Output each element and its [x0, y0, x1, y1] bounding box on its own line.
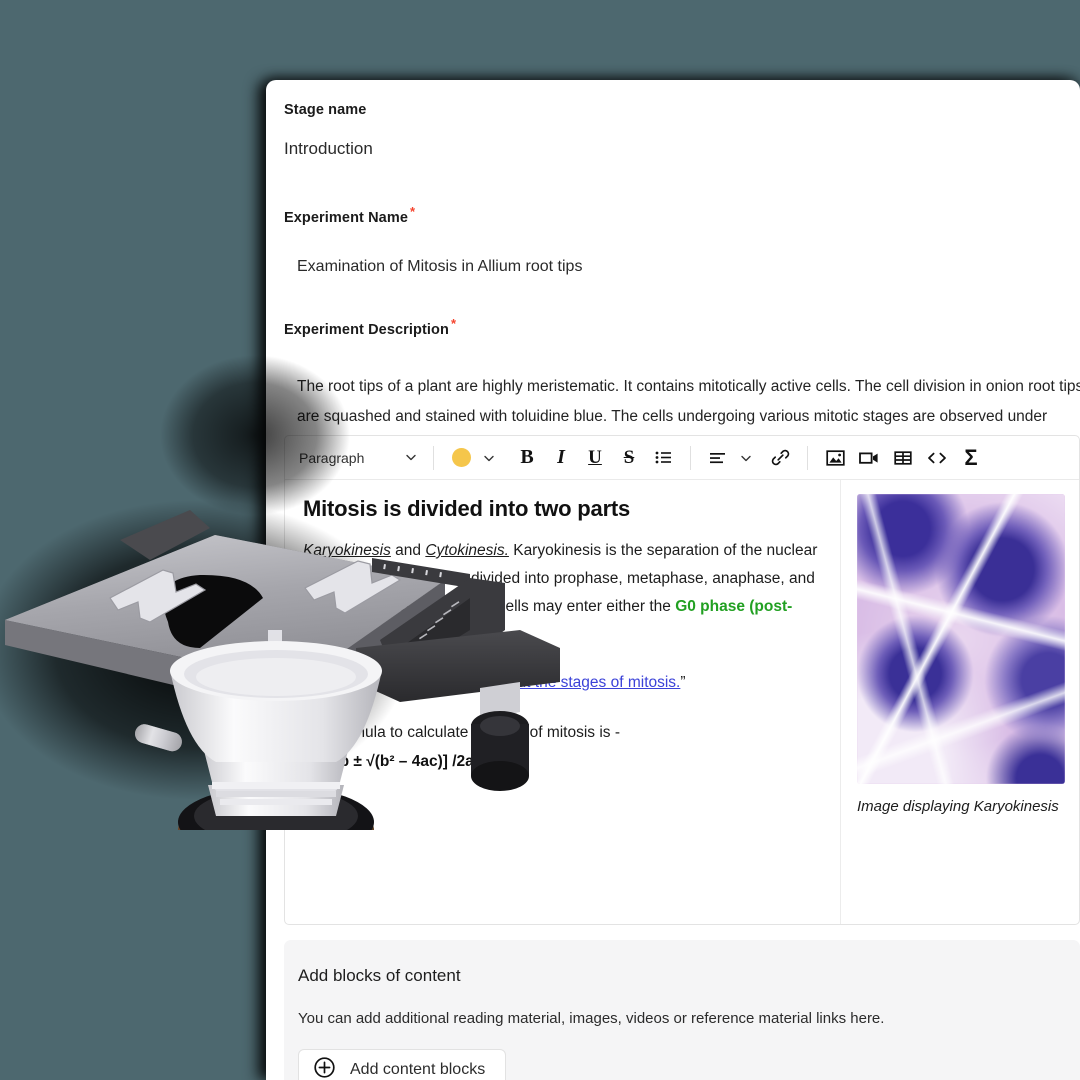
add-content-blocks-button[interactable]: Add content blocks [298, 1049, 507, 1080]
micrograph-caption: Image displaying Karyokinesis [857, 798, 1059, 815]
video-icon [858, 448, 880, 468]
bullet-list-button[interactable] [646, 442, 680, 474]
experiment-name-label: Experiment Name * [284, 204, 1080, 226]
sigma-icon: Σ [964, 444, 978, 470]
toolbar-divider [690, 445, 691, 470]
insert-video-button[interactable] [852, 442, 886, 474]
quote-close-mark: ” [680, 674, 686, 691]
insert-formula-button[interactable]: Σ [954, 442, 988, 474]
align-button[interactable] [701, 442, 735, 474]
underline-button[interactable]: U [578, 442, 612, 474]
toolbar-divider [807, 445, 808, 470]
bullet-list-icon [654, 448, 673, 467]
stage-name-value: Introduction [284, 139, 373, 158]
experiment-name-label-text: Experiment Name [284, 209, 408, 226]
insert-image-button[interactable] [818, 442, 852, 474]
align-left-icon [708, 449, 728, 467]
add-blocks-panel: Add blocks of content You can add additi… [284, 940, 1080, 1080]
required-asterisk: * [450, 315, 457, 331]
link-button[interactable] [763, 442, 797, 474]
strikethrough-button[interactable]: S [612, 442, 646, 474]
add-content-blocks-label: Add content blocks [350, 1061, 486, 1078]
editor-media-column: Image displaying Karyokinesis [841, 480, 1079, 924]
link-icon [770, 447, 791, 468]
insert-table-button[interactable] [886, 442, 920, 474]
stage-name-label: Stage name [284, 102, 367, 118]
table-icon [893, 448, 913, 468]
karyokinesis-micrograph[interactable] [857, 494, 1065, 784]
add-blocks-subtitle: You can add additional reading material,… [298, 1010, 885, 1027]
align-dropdown[interactable] [735, 443, 757, 473]
microscope-illustration: 40X 4X 10X [0, 330, 580, 830]
micrograph-cell-walls [857, 494, 1065, 784]
insert-code-button[interactable] [920, 442, 954, 474]
chevron-down-icon [740, 452, 752, 464]
code-icon [926, 448, 948, 468]
underline-icon: U [588, 446, 602, 468]
image-icon [825, 448, 846, 468]
add-blocks-title: Add blocks of content [298, 966, 461, 985]
strikethrough-icon: S [623, 446, 635, 468]
experiment-name-input[interactable]: Examination of Mitosis in Allium root ti… [297, 258, 1080, 276]
plus-circle-icon [313, 1056, 336, 1080]
required-asterisk: * [410, 204, 416, 219]
